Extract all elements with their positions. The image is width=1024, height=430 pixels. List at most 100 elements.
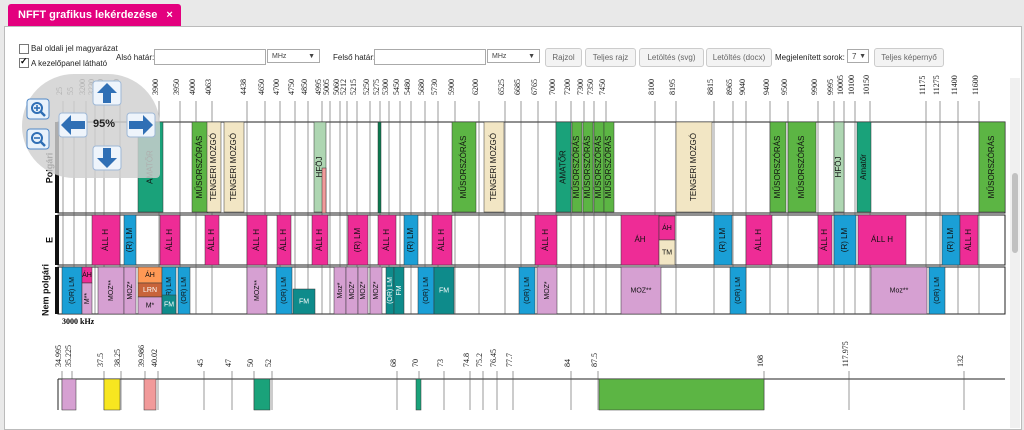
nem-block-label: MOZ* xyxy=(127,281,134,300)
tick-label: 3900 xyxy=(151,79,160,95)
e-block-label: ÁH xyxy=(662,223,672,232)
tick-label: 132 xyxy=(956,355,965,367)
tick-label: 7350 xyxy=(586,79,595,95)
polgari-block-label: MŰSORSZÓRÁS xyxy=(572,136,581,199)
row-labels: PolgáriENem polgári xyxy=(40,153,54,316)
tick-label: 5275 xyxy=(372,79,381,95)
bottom-block xyxy=(415,378,422,411)
e-block-label: ÁLL H xyxy=(541,229,550,251)
tick-label: 11400 xyxy=(950,75,959,95)
e-block-label: ÁLL H xyxy=(252,229,261,251)
tick-label: 7450 xyxy=(598,79,607,95)
scrollbar-thumb[interactable] xyxy=(1012,173,1018,253)
arrow-left-icon[interactable] xyxy=(58,112,88,138)
frequency-chart: AMATŐR MŰSORSZÓRÁS TENGERI MOZGÓ TENGERI MO… xyxy=(40,75,1006,411)
row-label-e: E xyxy=(44,237,54,243)
tick-label: 52 xyxy=(264,359,273,367)
nem-block-label: (OR) LM xyxy=(387,277,394,304)
e-block-label: ÁLL H xyxy=(754,229,763,251)
e-block-label: ÁLL H xyxy=(315,229,324,251)
e-block-label: (R) LM xyxy=(840,227,849,252)
e-block-label: ÁLL H xyxy=(101,229,110,251)
tick-label: 7200 xyxy=(563,79,572,95)
e-block-label: (R) LM xyxy=(406,227,415,252)
tick-label: 7300 xyxy=(576,79,585,95)
bottom-block xyxy=(61,378,77,411)
tick-label: 11275 xyxy=(932,75,941,95)
nem-block-label: ÁH xyxy=(82,270,92,279)
polgari-block-label: AMATŐR xyxy=(559,150,568,184)
tick-label: 45 xyxy=(196,359,205,367)
tick-label: 77.7 xyxy=(505,353,514,367)
tick-label: 5005 xyxy=(322,79,331,95)
nem-block-label: MOZ* xyxy=(360,281,367,300)
tick-label: 5250 xyxy=(362,79,371,95)
tick-label: 6765 xyxy=(530,79,539,95)
nem-block-label: LRN xyxy=(143,287,157,294)
nem-block-label: FM xyxy=(396,285,403,295)
e-block-label: ÁLL H xyxy=(820,229,829,251)
e-block-label: ÁLL H xyxy=(871,235,893,244)
tick-label: 76.45 xyxy=(489,349,498,367)
tick-label: 117.975 xyxy=(841,341,850,367)
tick-label: 4063 xyxy=(204,79,213,95)
tick-label: 68 xyxy=(389,359,398,367)
zoom-in-icon[interactable] xyxy=(26,98,50,120)
e-block-label: ÁLL H xyxy=(279,229,288,251)
tick-label: 6685 xyxy=(513,79,522,95)
nem-block-label: (OR) LM xyxy=(524,277,531,304)
tick-label: 34.995 xyxy=(54,345,63,367)
tick-label: 9995 xyxy=(826,79,835,95)
nem-block-label: (OR) LM xyxy=(181,277,188,304)
nem-block-label: M** xyxy=(84,293,91,305)
tick-label: 5480 xyxy=(403,79,412,95)
zoom-out-icon[interactable] xyxy=(26,128,50,150)
e-block-label: ÁLL H xyxy=(437,229,446,251)
polgari-block-label: MŰSORSZÓRÁS xyxy=(583,136,592,199)
tick-label: 38.25 xyxy=(113,349,122,367)
nem-block-label: Moz** xyxy=(890,287,909,294)
tick-label: 10005 xyxy=(836,75,845,95)
tick-label: 3950 xyxy=(172,79,181,95)
tick-label: 87.5 xyxy=(590,353,599,367)
e-block-label: TM xyxy=(662,249,672,256)
zoom-level: 95% xyxy=(93,118,116,130)
tick-label: 6200 xyxy=(471,79,480,95)
nem-block-label: MOZ** xyxy=(631,287,652,294)
nem-block-label: MOZ** xyxy=(108,280,115,301)
tick-label: 6525 xyxy=(497,79,506,95)
tick-label: 5300 xyxy=(381,79,390,95)
e-block-label: ÁLL H xyxy=(382,229,391,251)
tick-label: 4000 xyxy=(188,79,197,95)
tick-label: 5730 xyxy=(430,79,439,95)
nem-block-label: (OR) LM xyxy=(934,277,941,304)
nem-block-label: M* xyxy=(146,302,155,309)
polgari-block-label: HFÖJ xyxy=(834,157,843,178)
e-block-label: (R) LM xyxy=(125,227,134,252)
polgari-block-label: Amatőr xyxy=(859,154,868,180)
bottom-block xyxy=(143,378,157,411)
nem-block-label: (OR) LM xyxy=(281,277,288,304)
tick-label: 39.986 xyxy=(137,345,146,367)
polgari-block-label: MŰSORSZÓRÁS xyxy=(459,136,468,199)
nem-block-label: ÁH xyxy=(145,270,155,279)
polgari-block-label: MŰSORSZÓRÁS xyxy=(594,136,603,199)
tick-label: 4650 xyxy=(257,79,266,95)
tick-label: 47 xyxy=(224,359,233,367)
nem-block-label: MOZ* xyxy=(544,281,551,300)
e-block-label: (R) LM xyxy=(946,227,955,252)
e-block-label: (R) LM xyxy=(718,227,727,252)
tick-label: 8815 xyxy=(706,79,715,95)
scrollbar[interactable] xyxy=(1010,78,1020,428)
tick-label: 7000 xyxy=(548,79,557,95)
polgari-block-label: MŰSORSZÓRÁS xyxy=(773,136,782,199)
arrow-up-icon[interactable] xyxy=(92,80,122,106)
polgari-block-label: TENGERI MOZGÓ xyxy=(209,133,218,201)
arrow-right-icon[interactable] xyxy=(126,112,156,138)
arrow-down-icon[interactable] xyxy=(92,145,122,171)
polgari-block-label: TENGERI MOZGÓ xyxy=(229,133,238,201)
tick-label: 8100 xyxy=(647,79,656,95)
polgari-block-label: MŰSORSZÓRÁS xyxy=(604,136,613,199)
polgari-block-label: TENGERI MOZGÓ xyxy=(689,133,698,201)
nem-block-label: (OR) LM xyxy=(423,277,430,304)
